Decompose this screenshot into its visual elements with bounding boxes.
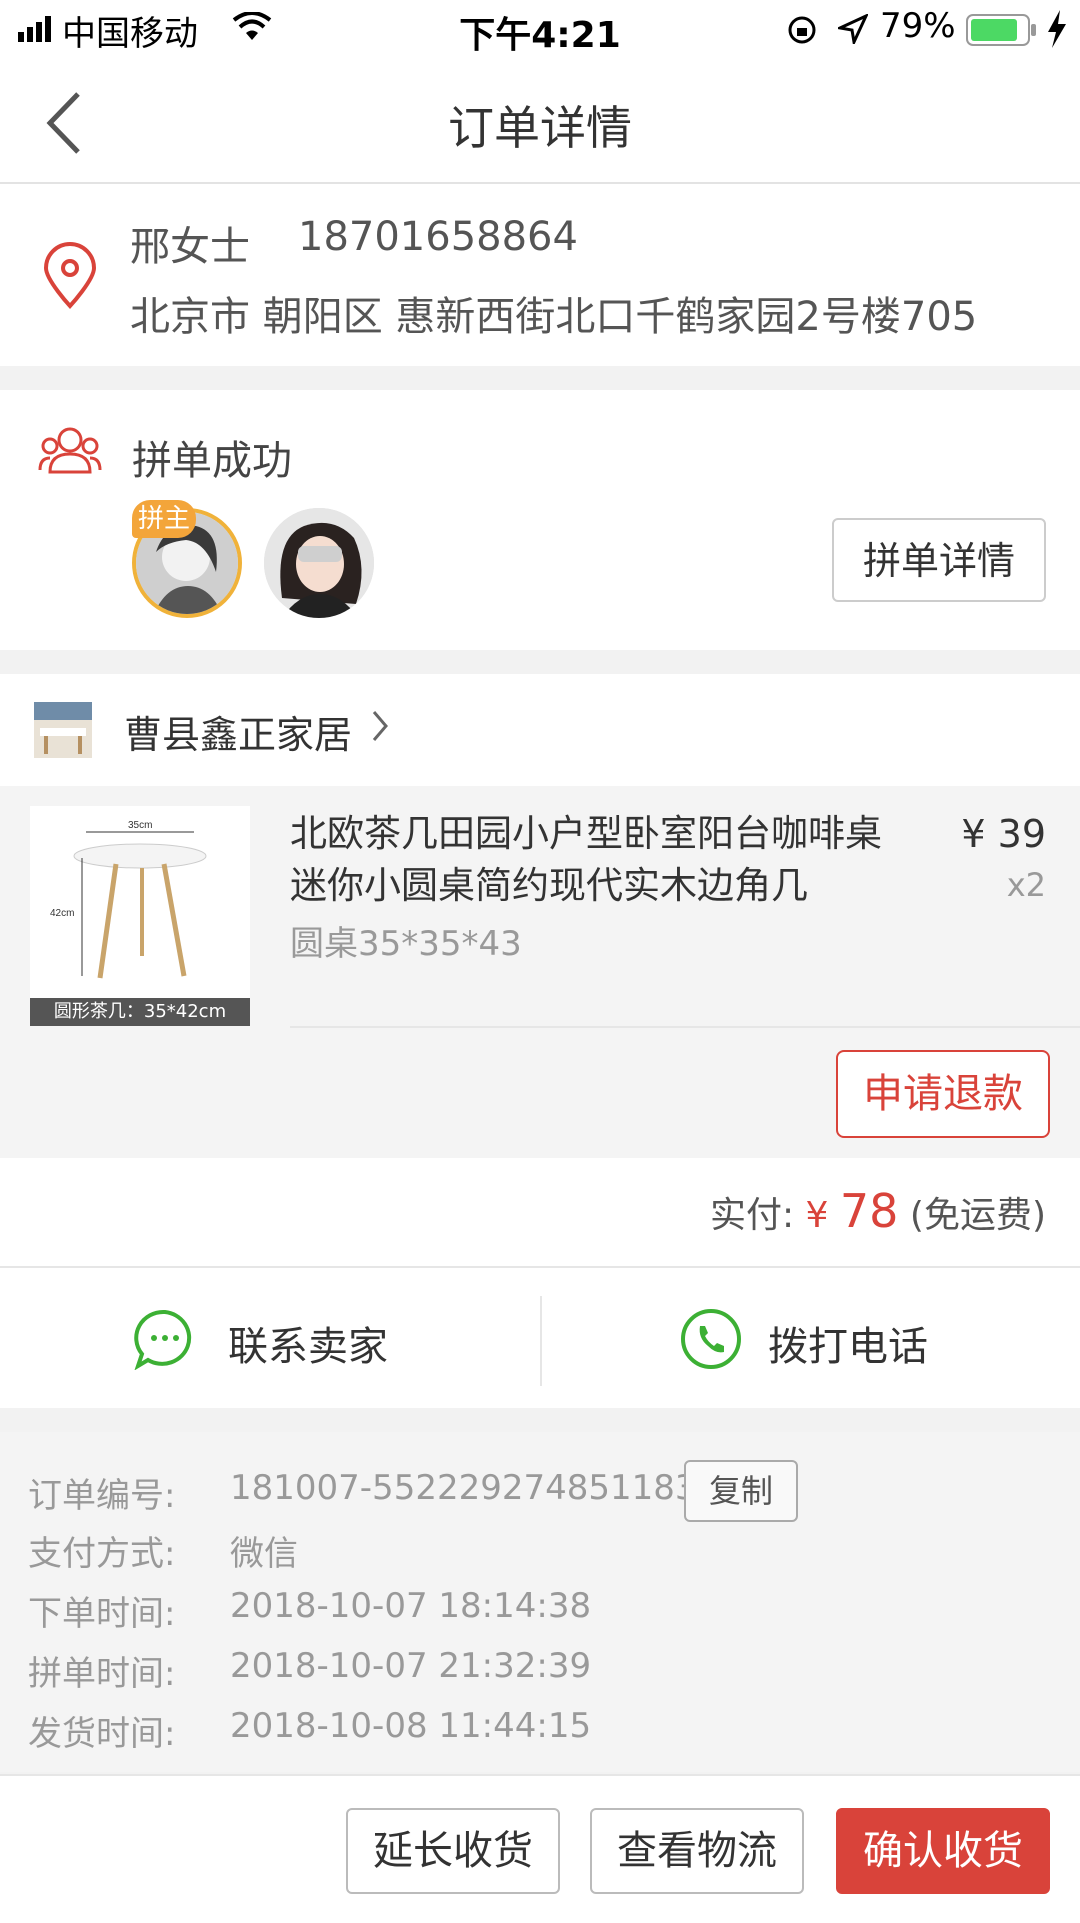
group-status: 拼单成功 xyxy=(132,438,292,484)
phone-icon[interactable] xyxy=(680,1308,742,1370)
paid-amount: 78 xyxy=(839,1184,899,1238)
avatar-photo xyxy=(264,508,374,618)
order-info: 订单编号: 181007-552229274851183 复制 支付方式: 微信… xyxy=(0,1432,1080,1772)
page-title: 订单详情 xyxy=(448,101,632,155)
group-time-value: 2018-10-07 21:32:39 xyxy=(230,1646,592,1686)
product-card[interactable]: 35cm 42cm 圆形茶几：35*42cm 北欧茶几田园小户型卧室阳台咖啡桌迷… xyxy=(0,786,1080,1158)
refund-button[interactable]: 申请退款 xyxy=(836,1050,1050,1138)
location-pin-icon xyxy=(43,242,97,309)
width-label: 35cm xyxy=(128,820,152,831)
payment-method-value: 微信 xyxy=(230,1534,298,1574)
status-bar: 中国移动 下午4:21 79% xyxy=(0,0,1080,60)
call-button[interactable]: 拨打电话 xyxy=(768,1314,928,1372)
order-time-value: 2018-10-07 18:14:38 xyxy=(230,1586,592,1626)
order-number-label: 订单编号: xyxy=(28,1476,176,1516)
product-spec: 圆桌35*35*43 xyxy=(290,924,522,964)
ship-time-value: 2018-10-08 11:44:15 xyxy=(230,1706,592,1746)
view-logistics-button[interactable]: 查看物流 xyxy=(590,1808,804,1894)
contact-bar: 联系卖家 拨打电话 xyxy=(0,1268,1080,1408)
bottom-action-bar: 延长收货 查看物流 确认收货 xyxy=(0,1774,1080,1923)
ship-time-label: 发货时间: xyxy=(28,1714,176,1754)
shop-thumbnail xyxy=(34,702,92,758)
copy-button[interactable]: 复制 xyxy=(684,1460,798,1522)
divider xyxy=(540,1296,542,1386)
product-quantity: x2 xyxy=(1006,866,1046,904)
shop-header[interactable]: 曹县鑫正家居 xyxy=(0,674,1080,786)
group-buy-card: 拼单成功 拼主 拼单详情 xyxy=(0,390,1080,650)
product-image-caption: 圆形茶几：35*42cm xyxy=(30,998,250,1026)
shipping-address-card: 邢女士 18701658864 北京市 朝阳区 惠新西街北口千鹤家园2号楼705 xyxy=(0,184,1080,366)
location-arrow-icon xyxy=(838,14,868,44)
chevron-right-icon xyxy=(372,711,388,741)
recipient-phone: 18701658864 xyxy=(298,214,578,260)
shop-logo-image xyxy=(34,702,92,758)
product-image: 35cm 42cm xyxy=(30,806,250,1026)
height-label: 42cm xyxy=(50,908,74,919)
shop-name: 曹县鑫正家居 xyxy=(124,713,353,757)
battery-percent: 79% xyxy=(880,6,956,46)
host-badge: 拼主 xyxy=(132,500,196,538)
address-line: 北京市 朝阳区 惠新西街北口千鹤家园2号楼705 xyxy=(130,294,978,340)
extend-receipt-button[interactable]: 延长收货 xyxy=(346,1808,560,1894)
chat-bubble-icon[interactable] xyxy=(134,1308,196,1370)
payment-summary: 实付: ¥ 78 (免运费) xyxy=(0,1158,1080,1268)
divider xyxy=(290,1026,1080,1028)
recipient-name: 邢女士 xyxy=(130,224,250,270)
group-users-icon xyxy=(38,427,102,474)
paid-amount-row: 实付: ¥ 78 (免运费) xyxy=(710,1184,1046,1238)
payment-method-label: 支付方式: xyxy=(28,1534,176,1574)
group-time-label: 拼单时间: xyxy=(28,1654,176,1694)
charging-icon xyxy=(1048,10,1066,48)
product-title: 北欧茶几田园小户型卧室阳台咖啡桌迷你小圆桌简约现代实木边角几 xyxy=(290,812,882,907)
product-price: ¥ 39 xyxy=(961,812,1046,856)
currency-symbol: ¥ xyxy=(805,1195,829,1236)
member-avatar[interactable] xyxy=(264,508,374,618)
shipping-note: (免运费) xyxy=(909,1195,1046,1236)
confirm-receipt-button[interactable]: 确认收货 xyxy=(836,1808,1050,1894)
orientation-lock-icon xyxy=(788,16,816,44)
contact-seller-button[interactable]: 联系卖家 xyxy=(228,1314,388,1372)
paid-label: 实付: xyxy=(709,1195,795,1236)
battery-icon xyxy=(966,14,1036,46)
table-illustration: 35cm 42cm xyxy=(30,806,250,998)
navigation-bar: 订单详情 xyxy=(0,60,1080,184)
order-time-label: 下单时间: xyxy=(28,1594,176,1634)
order-number-value: 181007-552229274851183 xyxy=(230,1468,697,1508)
group-details-button[interactable]: 拼单详情 xyxy=(832,518,1046,602)
